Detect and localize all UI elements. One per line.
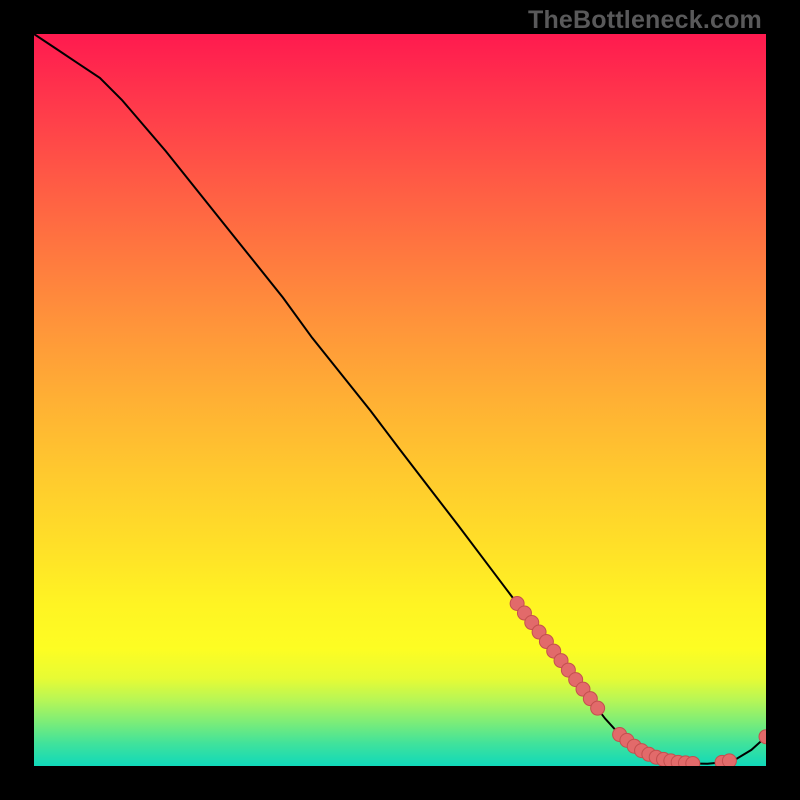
chart-stage: TheBottleneck.com <box>0 0 800 800</box>
data-point <box>686 756 700 766</box>
chart-overlay <box>34 34 766 766</box>
data-point <box>722 754 736 766</box>
plot-area <box>34 34 766 766</box>
watermark-text: TheBottleneck.com <box>528 6 762 35</box>
series-markers <box>510 597 766 767</box>
data-point <box>591 701 605 715</box>
series-curve <box>34 34 766 764</box>
